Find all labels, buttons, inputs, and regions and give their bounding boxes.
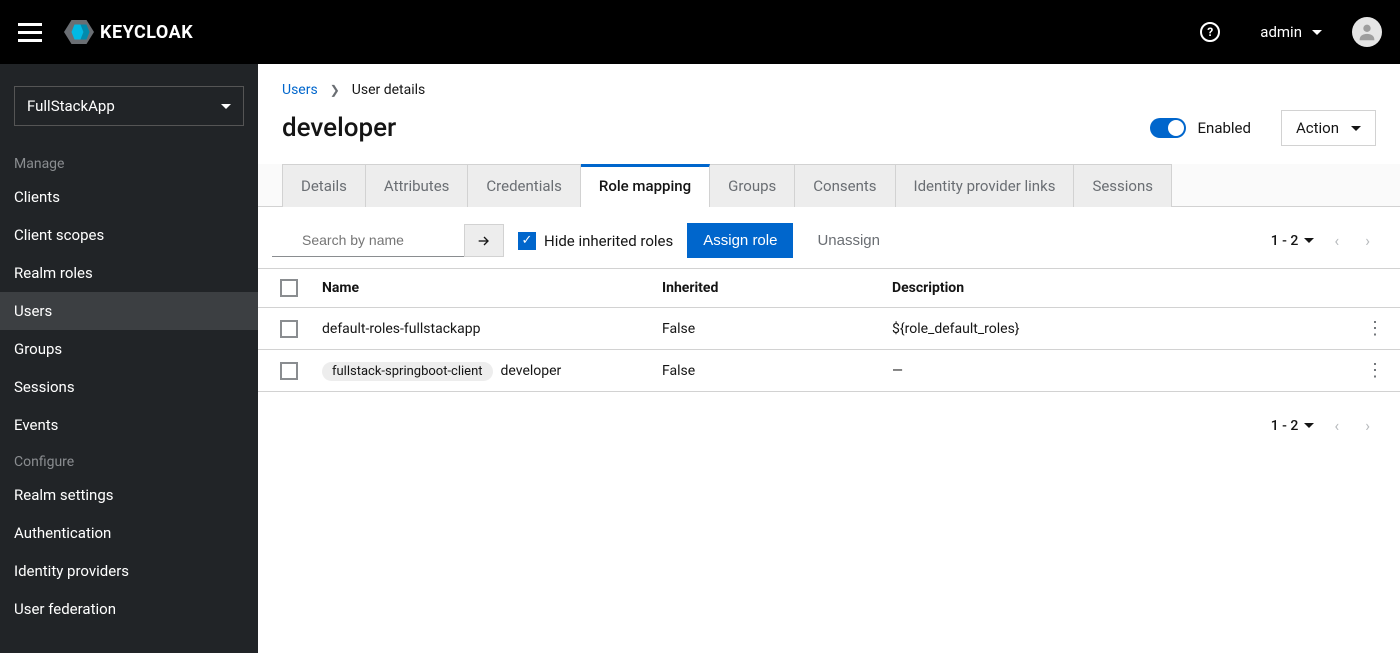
main-content: Users ❯ User details developer Enabled A… [258,64,1400,653]
col-inherited: Inherited [650,269,880,308]
realm-name: FullStackApp [27,97,115,115]
cell-description: ${role_default_roles} [880,308,1354,350]
sidebar-item-identity-providers[interactable]: Identity providers [0,552,258,590]
brand-text: KEYCLOAK [100,22,193,43]
sidebar-section-label: Configure [0,444,258,476]
cell-name: fullstack-springboot-clientdeveloper [310,350,650,392]
username: admin [1260,23,1302,41]
cell-name: default-roles-fullstackapp [310,308,650,350]
breadcrumb: Users ❯ User details [258,64,1400,104]
breadcrumb-current: User details [352,82,426,98]
col-name: Name [310,269,650,308]
cell-inherited: False [650,350,880,392]
row-checkbox[interactable] [280,320,298,338]
user-icon [1356,21,1378,43]
page-range-dropdown[interactable]: 1 - 2 [1271,418,1315,434]
chevron-right-icon: ❯ [330,83,340,97]
sidebar-item-sessions[interactable]: Sessions [0,368,258,406]
tab-sessions[interactable]: Sessions [1074,164,1172,207]
search-submit-button[interactable] [464,224,504,257]
page-title: developer [282,113,1150,143]
tab-role-mapping[interactable]: Role mapping [581,164,710,207]
checkbox-checked-icon: ✓ [518,232,536,250]
sidebar-item-clients[interactable]: Clients [0,178,258,216]
keycloak-logo-icon [64,17,94,47]
top-bar: KEYCLOAK ? admin [0,0,1400,64]
col-description: Description [880,269,1354,308]
chevron-down-icon [221,104,231,109]
sidebar: FullStackApp ManageClientsClient scopesR… [0,64,258,653]
sidebar-item-realm-settings[interactable]: Realm settings [0,476,258,514]
tab-details[interactable]: Details [282,164,366,207]
client-tag: fullstack-springboot-client [322,362,493,381]
sidebar-item-groups[interactable]: Groups [0,330,258,368]
chevron-down-icon [1312,30,1322,35]
prev-page-button[interactable]: ‹ [1328,416,1345,435]
tab-consents[interactable]: Consents [795,164,895,207]
action-dropdown[interactable]: Action [1281,110,1376,146]
row-checkbox[interactable] [280,362,298,380]
realm-selector[interactable]: FullStackApp [14,86,244,126]
sidebar-item-authentication[interactable]: Authentication [0,514,258,552]
arrow-right-icon [476,233,492,249]
enabled-toggle[interactable] [1150,118,1186,138]
roles-table: Name Inherited Description default-roles… [258,268,1400,392]
sidebar-item-users[interactable]: Users [0,292,258,330]
assign-role-button[interactable]: Assign role [687,223,793,258]
toolbar: ✓ Hide inherited roles Assign role Unass… [258,207,1400,268]
next-page-button[interactable]: › [1359,231,1376,250]
help-icon[interactable]: ? [1200,22,1220,42]
row-actions-kebab-icon[interactable]: ⋮ [1354,350,1400,392]
prev-page-button[interactable]: ‹ [1328,231,1345,250]
row-actions-kebab-icon[interactable]: ⋮ [1354,308,1400,350]
menu-toggle-icon[interactable] [18,20,42,44]
select-all-checkbox[interactable] [280,279,298,297]
pagination-top: 1 - 2 ‹ › [1271,231,1376,250]
cell-inherited: False [650,308,880,350]
sidebar-section-label: Manage [0,146,258,178]
search-input[interactable] [272,224,464,257]
breadcrumb-root[interactable]: Users [282,82,318,98]
sidebar-item-client-scopes[interactable]: Client scopes [0,216,258,254]
table-row: default-roles-fullstackappFalse${role_de… [258,308,1400,350]
pagination-bottom: 1 - 2 ‹ › [1271,416,1376,435]
cell-description: — [880,350,1354,392]
tabs: DetailsAttributesCredentialsRole mapping… [258,164,1400,207]
chevron-down-icon [1304,238,1314,243]
unassign-button[interactable]: Unassign [807,223,890,258]
table-row: fullstack-springboot-clientdeveloperFals… [258,350,1400,392]
tab-groups[interactable]: Groups [710,164,795,207]
chevron-down-icon [1304,423,1314,428]
page-range-dropdown[interactable]: 1 - 2 [1271,233,1315,249]
avatar[interactable] [1352,17,1382,47]
sidebar-item-user-federation[interactable]: User federation [0,590,258,628]
tab-attributes[interactable]: Attributes [366,164,469,207]
tab-credentials[interactable]: Credentials [468,164,580,207]
next-page-button[interactable]: › [1359,416,1376,435]
sidebar-item-realm-roles[interactable]: Realm roles [0,254,258,292]
enabled-label: Enabled [1198,119,1251,137]
logo[interactable]: KEYCLOAK [64,17,193,47]
tab-identity-provider-links[interactable]: Identity provider links [896,164,1075,207]
hide-inherited-checkbox[interactable]: ✓ Hide inherited roles [518,232,673,250]
sidebar-item-events[interactable]: Events [0,406,258,444]
user-menu[interactable]: admin [1260,23,1322,41]
chevron-down-icon [1351,126,1361,131]
